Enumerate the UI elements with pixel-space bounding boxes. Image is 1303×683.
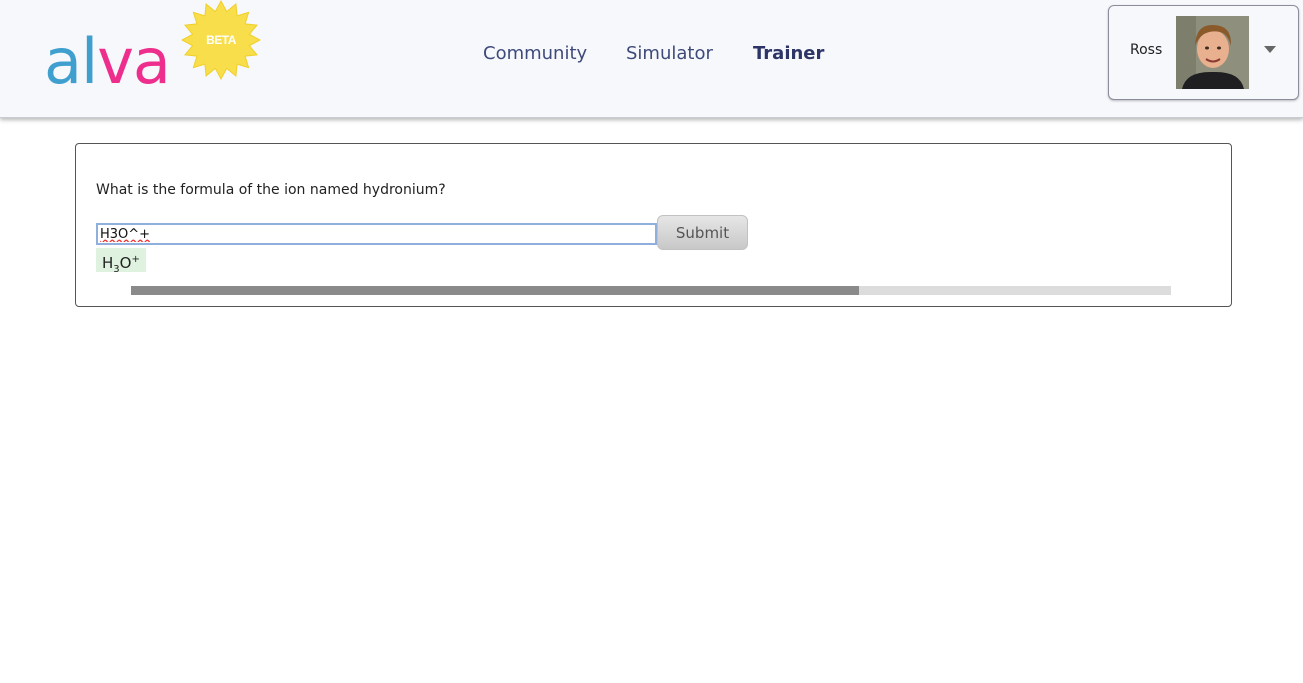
top-header: alva BETA Community Simulator Trainer Ro… [0, 0, 1303, 118]
user-menu[interactable]: Ross [1108, 5, 1299, 100]
logo-text-va: va [97, 25, 171, 98]
nav-simulator[interactable]: Simulator [626, 43, 713, 64]
submit-button[interactable]: Submit [657, 215, 748, 250]
logo-wordmark: alva [44, 22, 171, 102]
question-card: What is the formula of the ion named hyd… [75, 143, 1232, 307]
chevron-down-icon[interactable] [1264, 46, 1276, 53]
user-name: Ross [1130, 42, 1163, 58]
alva-logo[interactable]: alva BETA [44, 0, 274, 102]
formula-preview-sup: + [131, 254, 140, 265]
nav-community[interactable]: Community [483, 43, 587, 64]
avatar [1176, 16, 1249, 89]
beta-badge: BETA [206, 33, 236, 47]
formula-preview-mid: O [119, 254, 132, 272]
question-text: What is the formula of the ion named hyd… [96, 182, 446, 198]
answer-input[interactable] [96, 223, 657, 245]
formula-preview: H3O+ [96, 248, 146, 275]
progress-fill [131, 286, 859, 295]
progress-bar [131, 286, 1171, 295]
logo-text-al: al [44, 25, 98, 98]
nav-trainer[interactable]: Trainer [753, 43, 824, 64]
formula-preview-base: H [102, 254, 114, 272]
